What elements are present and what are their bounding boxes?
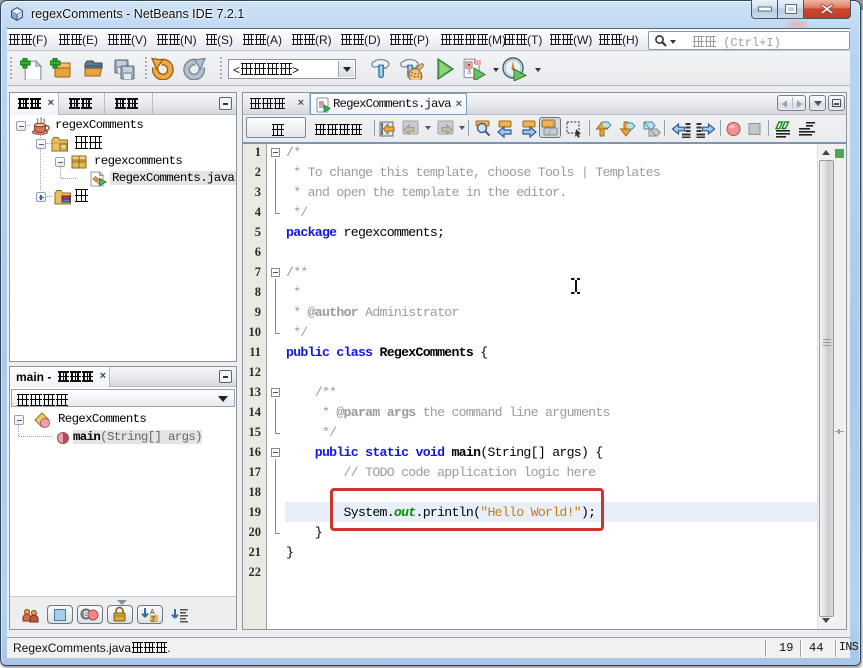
- svg-text:3: 3: [467, 69, 471, 76]
- svg-text:Z: Z: [151, 617, 156, 624]
- svg-text:A: A: [150, 609, 155, 616]
